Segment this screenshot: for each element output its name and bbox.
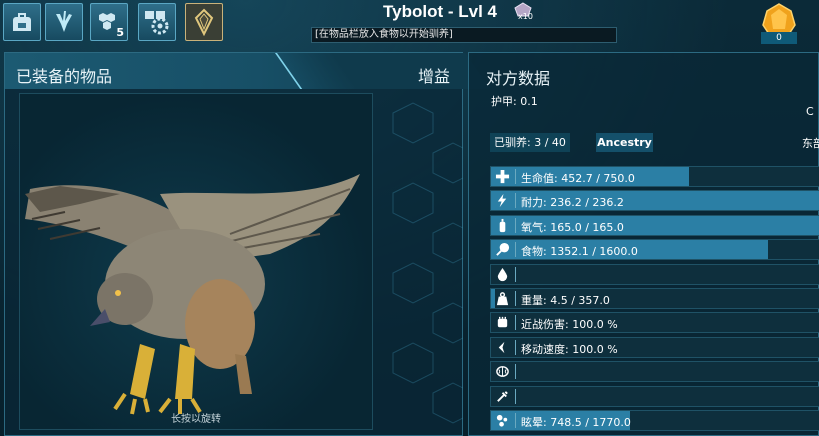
torpor-icon bbox=[493, 412, 512, 429]
crafting-skill-icon bbox=[493, 388, 512, 405]
tab-options[interactable] bbox=[138, 3, 176, 41]
stat-row[interactable]: 氧气: 165.0 / 165.0 bbox=[490, 214, 819, 236]
clipped-label-right: 东部 bbox=[802, 137, 819, 150]
stat-separator bbox=[515, 291, 516, 306]
top-bar: 5 Tybolot - Lvl 4 x10 [在物品栏放入食物以开始驯养] 0 bbox=[0, 0, 819, 50]
stat-separator bbox=[515, 193, 516, 209]
stat-separator bbox=[515, 315, 516, 331]
stat-row[interactable] bbox=[490, 385, 819, 407]
melee-fist-icon bbox=[493, 314, 512, 331]
hex-pattern bbox=[392, 102, 463, 424]
stat-label: 生命值: 452.7 / 750.0 bbox=[521, 172, 635, 185]
equipped-items-title: 已装备的物品 bbox=[16, 67, 113, 86]
armor-value: 护甲: 0.1 bbox=[491, 95, 538, 108]
stat-row[interactable]: 食物: 1352.1 / 1600.0 bbox=[490, 239, 819, 261]
buffs-tab[interactable]: 增益 bbox=[418, 63, 450, 87]
stat-row[interactable]: 重量: 4.5 / 357.0 bbox=[490, 288, 819, 309]
stat-row[interactable] bbox=[490, 263, 819, 285]
creature-model-view[interactable]: 长按以旋转 bbox=[19, 93, 373, 430]
settings-gear-icon bbox=[145, 11, 169, 35]
dino-footprint-icon bbox=[56, 11, 72, 32]
stat-row[interactable]: 生命值: 452.7 / 750.0 bbox=[490, 166, 819, 187]
food-drumstick-icon bbox=[493, 241, 512, 258]
stat-separator bbox=[515, 266, 516, 282]
tab-inventory[interactable] bbox=[3, 3, 41, 41]
left-panel-header: 已装备的物品 增益 bbox=[5, 53, 491, 89]
oxygen-tank-icon bbox=[493, 217, 512, 234]
health-cross-icon bbox=[493, 168, 512, 185]
stat-row[interactable]: 耐力: 236.2 / 236.2 bbox=[490, 190, 819, 212]
stat-label: 眩晕: 748.5 / 1770.0 bbox=[521, 416, 631, 429]
tab-engrams[interactable]: 5 bbox=[90, 3, 128, 41]
stat-separator bbox=[515, 169, 516, 184]
movement-speed-icon bbox=[493, 339, 512, 356]
amber-count: 0 bbox=[761, 32, 797, 44]
stat-row[interactable] bbox=[490, 361, 819, 383]
water-drop-icon bbox=[493, 266, 512, 283]
stat-separator bbox=[515, 217, 516, 233]
backpack-icon bbox=[13, 13, 31, 31]
engram-count-badge: 5 bbox=[116, 26, 124, 39]
implant-crystal-icon bbox=[194, 8, 214, 36]
tab-creature[interactable] bbox=[45, 3, 83, 41]
stat-separator bbox=[515, 413, 516, 428]
stat-label: 氧气: 165.0 / 165.0 bbox=[521, 220, 624, 234]
griffin-model bbox=[25, 174, 360, 415]
ancestry-button[interactable]: Ancestry bbox=[596, 133, 653, 152]
stat-label: 食物: 1352.1 / 1600.0 bbox=[521, 245, 638, 259]
equipped-items-panel: 已装备的物品 增益 长按以旋转 bbox=[4, 52, 491, 436]
creature-name-title: Tybolot - Lvl 4 bbox=[383, 2, 497, 21]
stat-separator bbox=[515, 339, 516, 355]
stat-row[interactable]: 移动速度: 100.0 % bbox=[490, 336, 819, 358]
rotate-hint: 长按以旋转 bbox=[171, 414, 221, 425]
stamina-bolt-icon bbox=[493, 192, 512, 209]
gem-count: x10 bbox=[518, 12, 533, 21]
clipped-label-top: C bbox=[806, 105, 814, 118]
stat-row[interactable]: 近战伤害: 100.0 % bbox=[490, 312, 819, 334]
stat-row[interactable]: 眩晕: 748.5 / 1770.0 bbox=[490, 410, 819, 431]
stat-separator bbox=[515, 388, 516, 404]
stat-label: 重量: 4.5 / 357.0 bbox=[521, 294, 610, 307]
weight-icon bbox=[493, 290, 512, 307]
stat-label: 耐力: 236.2 / 236.2 bbox=[521, 196, 624, 210]
stat-separator bbox=[515, 364, 516, 380]
stat-label: 近战伤害: 100.0 % bbox=[521, 318, 618, 332]
fortitude-brain-icon bbox=[493, 363, 512, 380]
stat-separator bbox=[515, 242, 516, 258]
stats-panel-title: 对方数据 bbox=[486, 69, 551, 88]
stat-label: 移动速度: 100.0 % bbox=[521, 342, 618, 356]
tab-implant[interactable] bbox=[185, 3, 223, 41]
header-divider bbox=[275, 53, 491, 89]
taming-hint: [在物品栏放入食物以开始驯养] bbox=[311, 27, 617, 43]
creature-stats-panel: 对方数据 护甲: 0.1 C 已驯养: 3 / 40 Ancestry 东部 生… bbox=[468, 52, 819, 436]
tamed-count: 已驯养: 3 / 40 bbox=[490, 133, 570, 152]
